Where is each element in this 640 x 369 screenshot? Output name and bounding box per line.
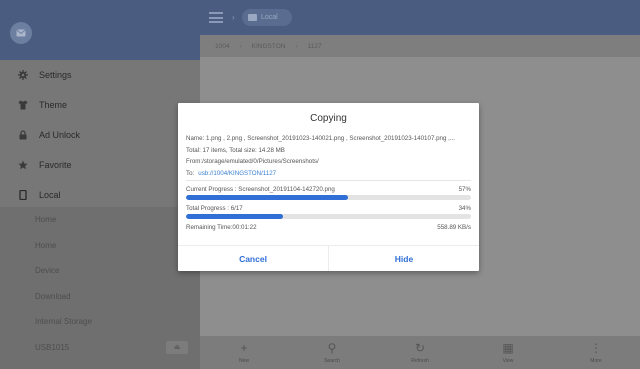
- destination-label: To:: [186, 169, 195, 177]
- hide-button[interactable]: Hide: [328, 246, 479, 271]
- dialog-title: Copying: [310, 112, 347, 124]
- menu-item-label: Ad Unlock: [39, 130, 81, 140]
- gear-icon: [18, 70, 28, 80]
- more-button[interactable]: ⋮ More: [552, 336, 640, 369]
- current-progress-row: Current Progress : Screenshot_20191104-1…: [186, 186, 471, 193]
- menu-item-local[interactable]: Local: [0, 180, 200, 210]
- sub-item-usb[interactable]: USB1015 ⏏: [0, 335, 200, 361]
- shirt-icon: [18, 100, 28, 110]
- remaining-row: Remaining Time:00:01:22 558.89 KB/s: [186, 224, 471, 231]
- current-progress-bar: [186, 195, 471, 200]
- menu-item-theme[interactable]: Theme: [0, 90, 200, 120]
- lock-icon: [18, 130, 28, 140]
- remaining-time-text: Remaining Time:00:01:22: [186, 224, 257, 231]
- sub-item-device[interactable]: Device: [0, 258, 200, 284]
- chevron-right-icon: ›: [232, 13, 235, 22]
- menu-item-label: Settings: [39, 70, 72, 80]
- dialog-body: Name: 1.png , 2.png , Screenshot_2019102…: [178, 133, 479, 231]
- current-progress-fill: [186, 195, 349, 200]
- destination-path-link[interactable]: usb://1004/KINGSTON/1127: [198, 170, 276, 177]
- breadcrumb-item[interactable]: KINGSTON: [252, 43, 286, 50]
- sub-item-home-2[interactable]: Home: [0, 233, 200, 259]
- refresh-icon: ↻: [414, 340, 426, 355]
- transfer-speed-text: 558.89 KB/s: [437, 224, 471, 231]
- sub-item-internal-storage[interactable]: Internal Storage: [0, 309, 200, 335]
- menu-item-label: Favorite: [39, 160, 72, 170]
- breadcrumb-item[interactable]: 1004: [215, 43, 229, 50]
- destination-row: To: usb://1004/KINGSTON/1127: [186, 168, 471, 180]
- phone-icon: [18, 190, 28, 200]
- refresh-button[interactable]: ↻ Refresh: [376, 336, 464, 369]
- menu-item-settings[interactable]: Settings: [0, 60, 200, 90]
- chevron-right-icon: ›: [295, 42, 298, 50]
- mail-icon[interactable]: [10, 22, 32, 44]
- plus-icon: +: [240, 340, 248, 355]
- grid-icon: ▦: [502, 340, 514, 355]
- menu-item-ad-unlock[interactable]: Ad Unlock: [0, 120, 200, 150]
- total-progress-fill: [186, 214, 283, 219]
- cancel-button[interactable]: Cancel: [178, 246, 328, 271]
- location-chip[interactable]: Local: [242, 9, 292, 26]
- divider: [186, 180, 471, 181]
- menu-item-label: Theme: [39, 100, 68, 110]
- total-progress-row: Total Progress : 6/17 34%: [186, 205, 471, 212]
- view-button[interactable]: ▦ View: [464, 336, 552, 369]
- breadcrumb: 1004 › KINGSTON › 1127: [200, 35, 640, 57]
- breadcrumb-item[interactable]: 1127: [308, 43, 322, 50]
- total-progress-label: Total Progress : 6/17: [186, 205, 243, 212]
- current-progress-label: Current Progress : Screenshot_20191104-1…: [186, 186, 335, 193]
- total-size-text: Total: 17 items, Total size: 14.28 MB: [186, 146, 285, 154]
- local-storage-list: Home Home Device Download Internal Stora…: [0, 207, 200, 369]
- location-label: Local: [261, 14, 278, 21]
- folder-icon: [248, 14, 257, 21]
- sub-item-home[interactable]: Home: [0, 207, 200, 233]
- search-icon: ⚲: [327, 340, 337, 355]
- source-path-text: From:/storage/emulated/0/Pictures/Screen…: [186, 158, 319, 165]
- drawer-menu: Settings Theme Ad Unlock Favorite Local: [0, 60, 200, 210]
- file-names-text: Name: 1.png , 2.png , Screenshot_2019102…: [186, 135, 456, 142]
- total-progress-bar: [186, 214, 471, 219]
- star-icon: [18, 160, 28, 170]
- copying-dialog: Copying Name: 1.png , 2.png , Screenshot…: [178, 103, 479, 271]
- eject-icon[interactable]: ⏏: [166, 340, 188, 354]
- current-progress-percent: 57%: [458, 186, 471, 193]
- bottom-toolbar: + New ⚲ Search ↻ Refresh ▦ View ⋮ More: [200, 336, 640, 369]
- menu-item-favorite[interactable]: Favorite: [0, 150, 200, 180]
- total-progress-percent: 34%: [458, 205, 471, 212]
- menu-item-label: Local: [39, 190, 61, 200]
- search-button[interactable]: ⚲ Search: [288, 336, 376, 369]
- sub-item-download[interactable]: Download: [0, 284, 200, 310]
- navigation-drawer: Settings Theme Ad Unlock Favorite Local: [0, 0, 200, 369]
- dialog-actions: Cancel Hide: [178, 245, 479, 271]
- chevron-right-icon: ›: [239, 42, 242, 50]
- top-app-bar: › Local: [200, 0, 640, 35]
- menu-icon[interactable]: [209, 12, 223, 23]
- drawer-header: [0, 0, 200, 60]
- more-vert-icon: ⋮: [590, 340, 602, 355]
- new-button[interactable]: + New: [200, 336, 288, 369]
